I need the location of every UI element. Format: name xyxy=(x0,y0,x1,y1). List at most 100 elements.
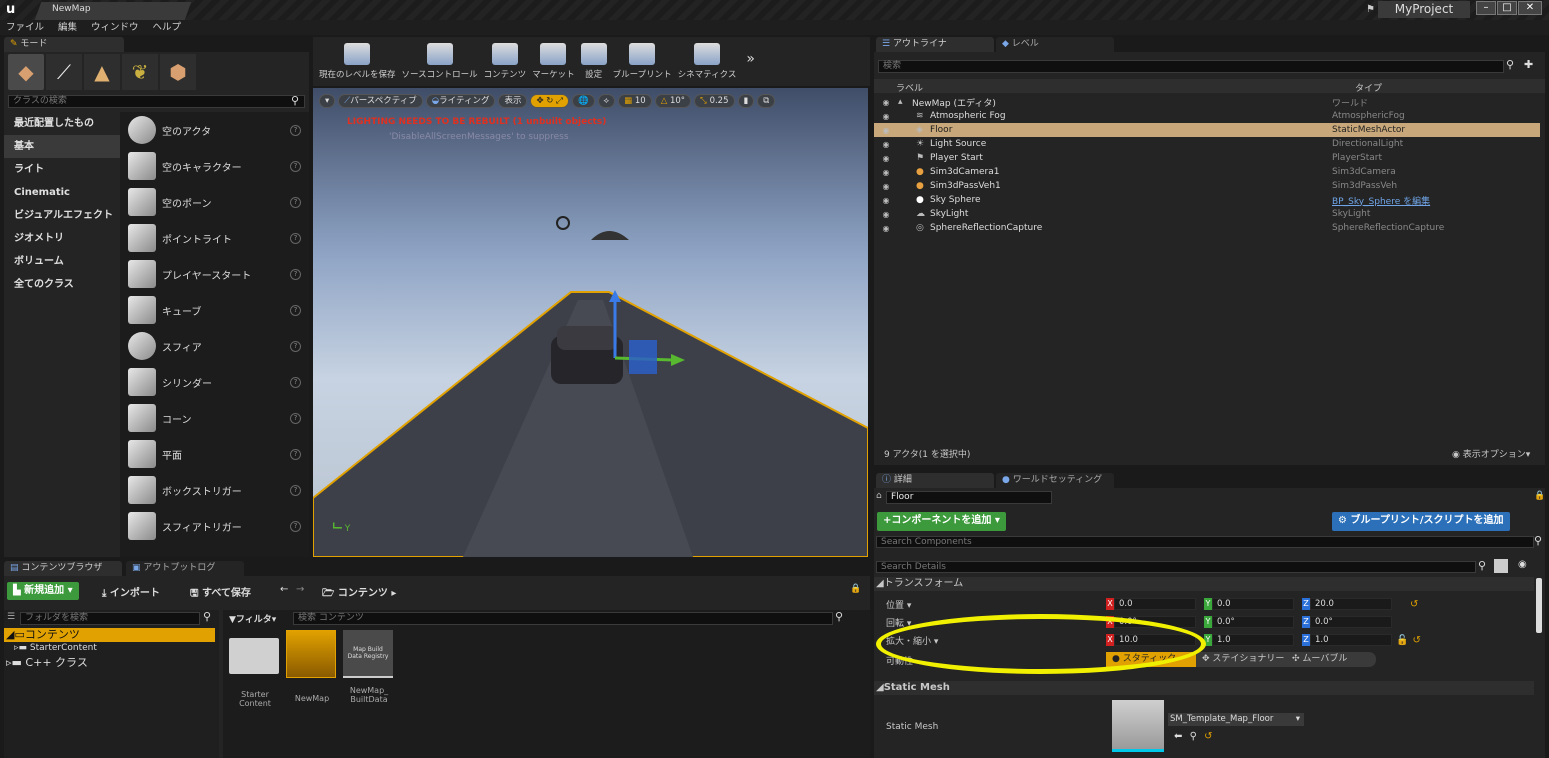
grid-snap-button[interactable]: ▦ 10 xyxy=(618,94,652,108)
class-search-input[interactable]: クラスの検索 xyxy=(8,95,305,108)
details-scrollbar[interactable] xyxy=(1536,578,1542,633)
help-icon[interactable]: ? xyxy=(290,196,301,208)
viewport-options-button[interactable]: ▾ xyxy=(319,94,336,108)
item-sphere[interactable]: スフィア? xyxy=(120,328,309,364)
tab-modes[interactable]: ✎ モード xyxy=(4,37,124,52)
tree-item-cpp-classes[interactable]: ▹▬ C++ クラス xyxy=(6,654,88,670)
help-icon[interactable]: ? xyxy=(290,412,301,424)
location-x-input[interactable]: 0.0 xyxy=(1114,598,1196,610)
reset-icon[interactable]: ↺ xyxy=(1410,599,1418,610)
tab-outliner[interactable]: ☰ アウトライナ xyxy=(876,37,994,52)
world-local-toggle[interactable]: 🌐 xyxy=(571,94,595,108)
add-component-button[interactable]: +コンポーネントを追加 ▾ xyxy=(877,512,1006,531)
close-button[interactable]: ✕ xyxy=(1518,1,1542,15)
rotation-snap-button[interactable]: △ 10° xyxy=(654,94,692,108)
forward-button[interactable]: → xyxy=(296,584,304,595)
eye-icon[interactable]: ◉ xyxy=(874,112,898,121)
component-search-input[interactable]: Search Components xyxy=(876,536,1534,548)
category-all-classes[interactable]: 全てのクラス xyxy=(4,273,120,296)
outliner-search-input[interactable]: 検索 xyxy=(878,60,1504,73)
foliage-mode-icon[interactable]: ❦ xyxy=(122,54,158,90)
asset-new-map[interactable]: NewMap xyxy=(286,630,338,703)
save-all-button[interactable]: 🖫 すべて保存 xyxy=(190,584,251,603)
location-z-input[interactable]: 20.0 xyxy=(1310,598,1392,610)
item-player-start[interactable]: プレイヤースタート? xyxy=(120,256,309,292)
add-new-button[interactable]: ▙ 新規追加 ▾ xyxy=(7,582,79,600)
location-label[interactable]: 位置 ▾ xyxy=(886,598,911,611)
minimize-button[interactable]: – xyxy=(1476,1,1496,15)
tab-output-log[interactable]: ▣ アウトプットログ xyxy=(126,561,244,576)
item-empty-character[interactable]: 空のキャラクター? xyxy=(120,148,309,184)
outliner-row[interactable]: ◉ ☁ SkyLight SkyLight xyxy=(874,207,1540,221)
help-icon[interactable]: ? xyxy=(290,304,301,316)
static-mesh-select[interactable]: SM_Template_Map_Floor ▾ xyxy=(1168,713,1304,726)
transform-section-header[interactable]: ◢トランスフォーム xyxy=(874,577,1534,591)
item-box-trigger[interactable]: ボックストリガー? xyxy=(120,472,309,508)
scale-z-input[interactable]: 1.0 xyxy=(1310,634,1392,646)
category-lights[interactable]: ライト xyxy=(4,158,120,181)
tab-content-browser[interactable]: ▤ コンテンツブラウザ xyxy=(4,561,122,576)
tab-details[interactable]: ⓘ 詳細 xyxy=(876,473,994,488)
settings-button[interactable]: 設定 xyxy=(580,37,607,86)
item-cone[interactable]: コーン? xyxy=(120,400,309,436)
search-icon[interactable]: ⚲ xyxy=(1190,731,1197,742)
landscape-mode-icon[interactable]: ▲ xyxy=(84,54,120,90)
category-visual-effects[interactable]: ビジュアルエフェクト xyxy=(4,204,120,227)
lock-icon[interactable]: 🔒 xyxy=(1534,491,1545,501)
help-icon[interactable]: ? xyxy=(290,124,301,136)
tree-item-starter-content[interactable]: ▹▬ StarterContent xyxy=(14,643,97,653)
outliner-row[interactable]: ◉ ● Sim3dCamera1 Sim3dCamera xyxy=(874,165,1540,179)
location-y-input[interactable]: 0.0 xyxy=(1212,598,1294,610)
eye-icon[interactable]: ◉ xyxy=(874,196,898,205)
item-sphere-trigger[interactable]: スフィアトリガー? xyxy=(120,508,309,544)
add-script-button[interactable]: ⚙ ブループリント/スクリプトを追加 xyxy=(1332,512,1510,531)
source-control-button[interactable]: ソースコントロール xyxy=(402,37,478,86)
tab-levels[interactable]: ◆ レベル xyxy=(996,37,1114,52)
outliner-row[interactable]: ◉ ● Sim3dPassVeh1 Sim3dPassVeh xyxy=(874,179,1540,193)
item-plane[interactable]: 平面? xyxy=(120,436,309,472)
lighting-button[interactable]: ◒ライティング xyxy=(425,94,496,108)
paint-mode-icon[interactable]: ⟋ xyxy=(46,54,82,90)
actor-name-input[interactable]: Floor xyxy=(886,491,1052,504)
category-cinematic[interactable]: Cinematic xyxy=(4,181,120,204)
eye-icon[interactable]: ◉ xyxy=(874,182,898,191)
reset-icon[interactable]: ↺ xyxy=(1204,731,1212,742)
perspective-button[interactable]: ⟋パースペクティブ xyxy=(338,94,423,108)
outliner-row-world[interactable]: ◉ ▴ NewMap (エディタ) ワールド xyxy=(874,95,1540,109)
asset-starter-content[interactable]: Starter Content xyxy=(229,630,281,708)
static-mesh-section-header[interactable]: ◢Static Mesh xyxy=(874,681,1534,695)
tree-item-content[interactable]: ◢▭コンテンツ xyxy=(4,628,215,642)
unreal-logo-icon[interactable]: u xyxy=(6,2,20,18)
help-icon[interactable]: ? xyxy=(290,340,301,352)
save-level-button[interactable]: 現在のレベルを保存 xyxy=(319,37,396,86)
blueprints-button[interactable]: ブループリント xyxy=(613,37,672,86)
outliner-row[interactable]: ◉ ⚑ Player Start PlayerStart xyxy=(874,151,1540,165)
outliner-row[interactable]: ◉ ≋ Atmospheric Fog AtmosphericFog xyxy=(874,109,1540,123)
outliner-row-selected[interactable]: ◉ ◈ Floor StaticMeshActor xyxy=(874,123,1540,137)
help-icon[interactable]: ? xyxy=(290,520,301,532)
outliner-row[interactable]: ◉ ● Sky Sphere BP_Sky_Sphere を編集 xyxy=(874,193,1540,207)
category-basic[interactable]: 基本 xyxy=(4,135,120,158)
eye-icon[interactable]: ◉ xyxy=(874,98,898,107)
item-empty-pawn[interactable]: 空のポーン? xyxy=(120,184,309,220)
category-recent[interactable]: 最近配置したもの xyxy=(4,112,120,135)
view-options-button[interactable]: ◉ 表示オプション▾ xyxy=(1452,447,1530,460)
column-type-header[interactable]: タイプ xyxy=(1355,81,1382,94)
help-icon[interactable]: ? xyxy=(290,160,301,172)
eye-icon[interactable]: ◉ xyxy=(874,126,898,135)
outliner-row[interactable]: ◉ ◎ SphereReflectionCapture SphereReflectio… xyxy=(874,221,1540,235)
item-point-light[interactable]: ポイントライト? xyxy=(120,220,309,256)
help-icon[interactable]: ? xyxy=(290,484,301,496)
toolbar-more-button[interactable]: » xyxy=(746,51,755,86)
category-geometry[interactable]: ジオメトリ xyxy=(4,227,120,250)
marketplace-button[interactable]: マーケット xyxy=(532,37,575,86)
menu-file[interactable]: ファイル xyxy=(6,20,44,35)
lock-icon[interactable]: 🔓 xyxy=(1396,635,1408,646)
help-icon[interactable]: ? xyxy=(290,376,301,388)
content-button[interactable]: コンテンツ xyxy=(484,37,526,86)
scale-snap-button[interactable]: ⤡ 0.25 xyxy=(694,94,735,108)
level-viewport[interactable]: ▾ ⟋パースペクティブ ◒ライティング 表示 ✥ ↻ ⤢ 🌐 ⟡ ▦ 10 △ … xyxy=(313,88,868,557)
camera-speed-button[interactable]: ▮ xyxy=(737,94,755,108)
tab-world-settings[interactable]: ● ワールドセッティング xyxy=(996,473,1114,488)
maximize-viewport-button[interactable]: ⧉ xyxy=(757,94,776,108)
